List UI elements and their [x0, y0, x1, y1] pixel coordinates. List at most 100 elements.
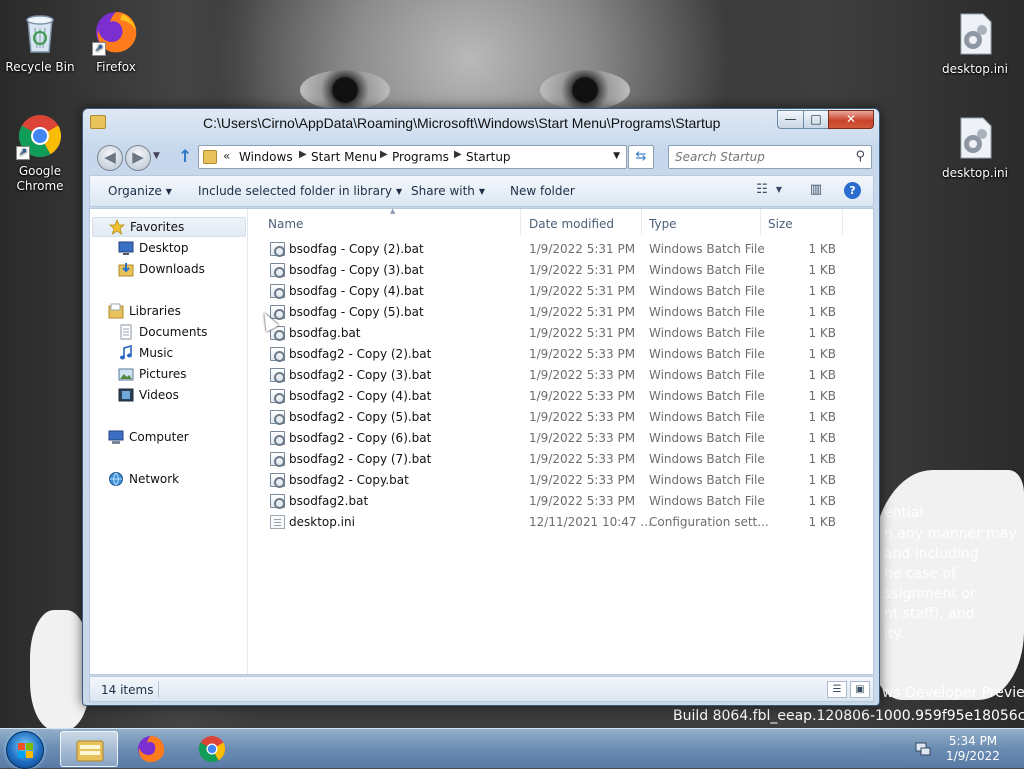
column-divider[interactable]: [641, 209, 642, 235]
file-row[interactable]: bsodfag2 - Copy.bat 1/9/2022 5:33 PM Windo…: [268, 470, 858, 491]
network-tray-icon[interactable]: [915, 741, 931, 757]
back-button[interactable]: ◀: [97, 145, 123, 171]
nav-videos[interactable]: Videos: [118, 385, 179, 405]
nav-downloads[interactable]: Downloads: [118, 259, 205, 279]
help-icon[interactable]: ?: [844, 182, 861, 199]
chevron-down-icon[interactable]: ▼: [772, 185, 786, 203]
forward-button[interactable]: ▶: [125, 145, 151, 171]
breadcrumb-start-menu[interactable]: Start Menu: [311, 150, 377, 164]
address-overflow[interactable]: «: [223, 149, 230, 163]
desktop-icon-firefox[interactable]: ↗ Firefox: [76, 8, 156, 75]
breadcrumb-windows[interactable]: Windows: [239, 150, 293, 164]
sort-ascending-icon: ▲: [390, 207, 396, 215]
large-icons-view-icon[interactable]: ▣: [850, 681, 870, 698]
share-with-menu[interactable]: Share with ▼: [411, 184, 485, 198]
taskbar-chrome[interactable]: [183, 731, 241, 767]
desktop-icon-google-chrome[interactable]: ↗ Google Chrome: [0, 112, 80, 194]
arrow-up-icon: ↑: [178, 147, 193, 167]
refresh-button[interactable]: ⇆: [628, 145, 654, 169]
taskbar-firefox[interactable]: [122, 731, 180, 767]
file-row[interactable]: bsodfag2 - Copy (4).bat 1/9/2022 5:33 PM W…: [268, 386, 858, 407]
watermark-legal-line: and including: [884, 546, 979, 562]
settings-file-icon: [270, 515, 285, 529]
include-in-library-menu[interactable]: Include selected folder in library ▼: [198, 184, 402, 198]
close-button[interactable]: ✕: [828, 110, 874, 129]
file-row[interactable]: bsodfag - Copy (3).bat 1/9/2022 5:31 PM Wi…: [268, 260, 858, 281]
file-row[interactable]: bsodfag2 - Copy (3).bat 1/9/2022 5:33 PM W…: [268, 365, 858, 386]
file-row[interactable]: bsodfag2 - Copy (6).bat 1/9/2022 5:33 PM W…: [268, 428, 858, 449]
recycle-bin-icon: [16, 8, 64, 56]
start-button[interactable]: [6, 731, 44, 769]
details-view-icon[interactable]: ☰: [827, 681, 847, 698]
nav-documents[interactable]: Documents: [118, 322, 207, 342]
up-one-level-button[interactable]: ↑: [178, 147, 192, 167]
chevron-right-icon[interactable]: ▶: [454, 149, 462, 160]
documents-icon: [118, 324, 134, 340]
file-name: bsodfag - Copy (5).bat: [289, 305, 424, 319]
nav-favorites[interactable]: Favorites: [92, 217, 246, 237]
search-box[interactable]: ⚲: [668, 145, 872, 169]
search-input[interactable]: [673, 149, 843, 165]
chevron-right-icon[interactable]: ▶: [299, 149, 307, 160]
chevron-down-icon[interactable]: ▼: [613, 151, 620, 161]
organize-menu[interactable]: Organize ▼: [108, 184, 172, 198]
new-folder-button[interactable]: New folder: [510, 184, 575, 198]
nav-computer[interactable]: Computer: [108, 427, 189, 447]
column-header-type[interactable]: Type: [649, 217, 677, 231]
address-bar[interactable]: « Windows ▶ Start Menu ▶ Programs ▶ Star…: [198, 145, 627, 169]
breadcrumb-startup[interactable]: Startup: [466, 150, 511, 164]
file-row[interactable]: bsodfag - Copy (2).bat 1/9/2022 5:31 PM Wi…: [268, 239, 858, 260]
file-size: 1 KB: [808, 326, 836, 340]
maximize-button[interactable]: □: [803, 110, 829, 129]
taskbar-clock[interactable]: 5:34 PM 1/9/2022: [940, 734, 1006, 764]
watermark-build: Build 8064.fbl_eeap.120806-1000.959f95e1…: [673, 708, 1024, 724]
status-divider: [158, 681, 159, 698]
file-row[interactable]: bsodfag.bat 1/9/2022 5:31 PM Windows Batch…: [268, 323, 858, 344]
search-icon[interactable]: ⚲: [855, 149, 865, 164]
preview-pane-icon[interactable]: ▥: [806, 182, 826, 200]
column-header-size[interactable]: Size: [768, 217, 793, 231]
file-row[interactable]: desktop.ini 12/11/2021 10:47 ... Configura…: [268, 512, 858, 533]
file-name: bsodfag2 - Copy (6).bat: [289, 431, 432, 445]
nav-libraries[interactable]: Libraries: [108, 301, 181, 321]
arrow-left-icon: ◀: [104, 148, 116, 166]
window-titlebar[interactable]: C:\Users\Cirno\AppData\Roaming\Microsoft…: [83, 109, 879, 139]
column-divider[interactable]: [842, 209, 843, 235]
column-divider[interactable]: [760, 209, 761, 235]
file-name: bsodfag - Copy (3).bat: [289, 263, 424, 277]
desktop-icon-recycle-bin[interactable]: Recycle Bin: [0, 8, 80, 75]
batch-file-icon: [270, 368, 285, 383]
column-divider[interactable]: [520, 209, 521, 235]
change-view-icon[interactable]: ☷: [752, 182, 772, 200]
file-date-modified: 1/9/2022 5:31 PM: [529, 326, 636, 340]
file-row[interactable]: bsodfag - Copy (5).bat 1/9/2022 5:31 PM Wi…: [268, 302, 858, 323]
file-list: Name ▲ Date modified Type Size bsodfag -…: [250, 207, 873, 674]
file-type: Windows Batch File: [649, 347, 765, 361]
file-row[interactable]: bsodfag2 - Copy (5).bat 1/9/2022 5:33 PM W…: [268, 407, 858, 428]
file-row[interactable]: bsodfag2 - Copy (2).bat 1/9/2022 5:33 PM W…: [268, 344, 858, 365]
file-type: Windows Batch File: [649, 452, 765, 466]
chevron-right-icon[interactable]: ▶: [380, 149, 388, 160]
file-row[interactable]: bsodfag2.bat 1/9/2022 5:33 PM Windows Batc…: [268, 491, 858, 512]
recent-locations-dropdown[interactable]: ▼: [153, 151, 160, 161]
libraries-icon: [108, 303, 124, 319]
taskbar-file-explorer[interactable]: [60, 731, 118, 767]
network-icon: [108, 471, 124, 487]
refresh-icon: ⇆: [635, 149, 647, 164]
batch-file-icon: [270, 347, 285, 362]
nav-music[interactable]: Music: [118, 343, 173, 363]
file-type: Windows Batch File: [649, 284, 765, 298]
nav-desktop[interactable]: Desktop: [118, 238, 189, 258]
file-row[interactable]: bsodfag2 - Copy (7).bat 1/9/2022 5:33 PM W…: [268, 449, 858, 470]
column-header-date-modified[interactable]: Date modified: [529, 217, 614, 231]
desktop-icon-desktop-ini[interactable]: desktop.ini: [935, 10, 1015, 77]
nav-network[interactable]: Network: [108, 469, 179, 489]
desktop-icon-desktop-ini[interactable]: desktop.ini: [935, 114, 1015, 181]
minimize-button[interactable]: —: [777, 110, 804, 129]
file-date-modified: 1/9/2022 5:33 PM: [529, 410, 636, 424]
breadcrumb-programs[interactable]: Programs: [392, 150, 449, 164]
file-row[interactable]: bsodfag - Copy (4).bat 1/9/2022 5:31 PM Wi…: [268, 281, 858, 302]
nav-pictures[interactable]: Pictures: [118, 364, 187, 384]
file-date-modified: 1/9/2022 5:33 PM: [529, 494, 636, 508]
column-header-name[interactable]: Name: [268, 217, 303, 231]
